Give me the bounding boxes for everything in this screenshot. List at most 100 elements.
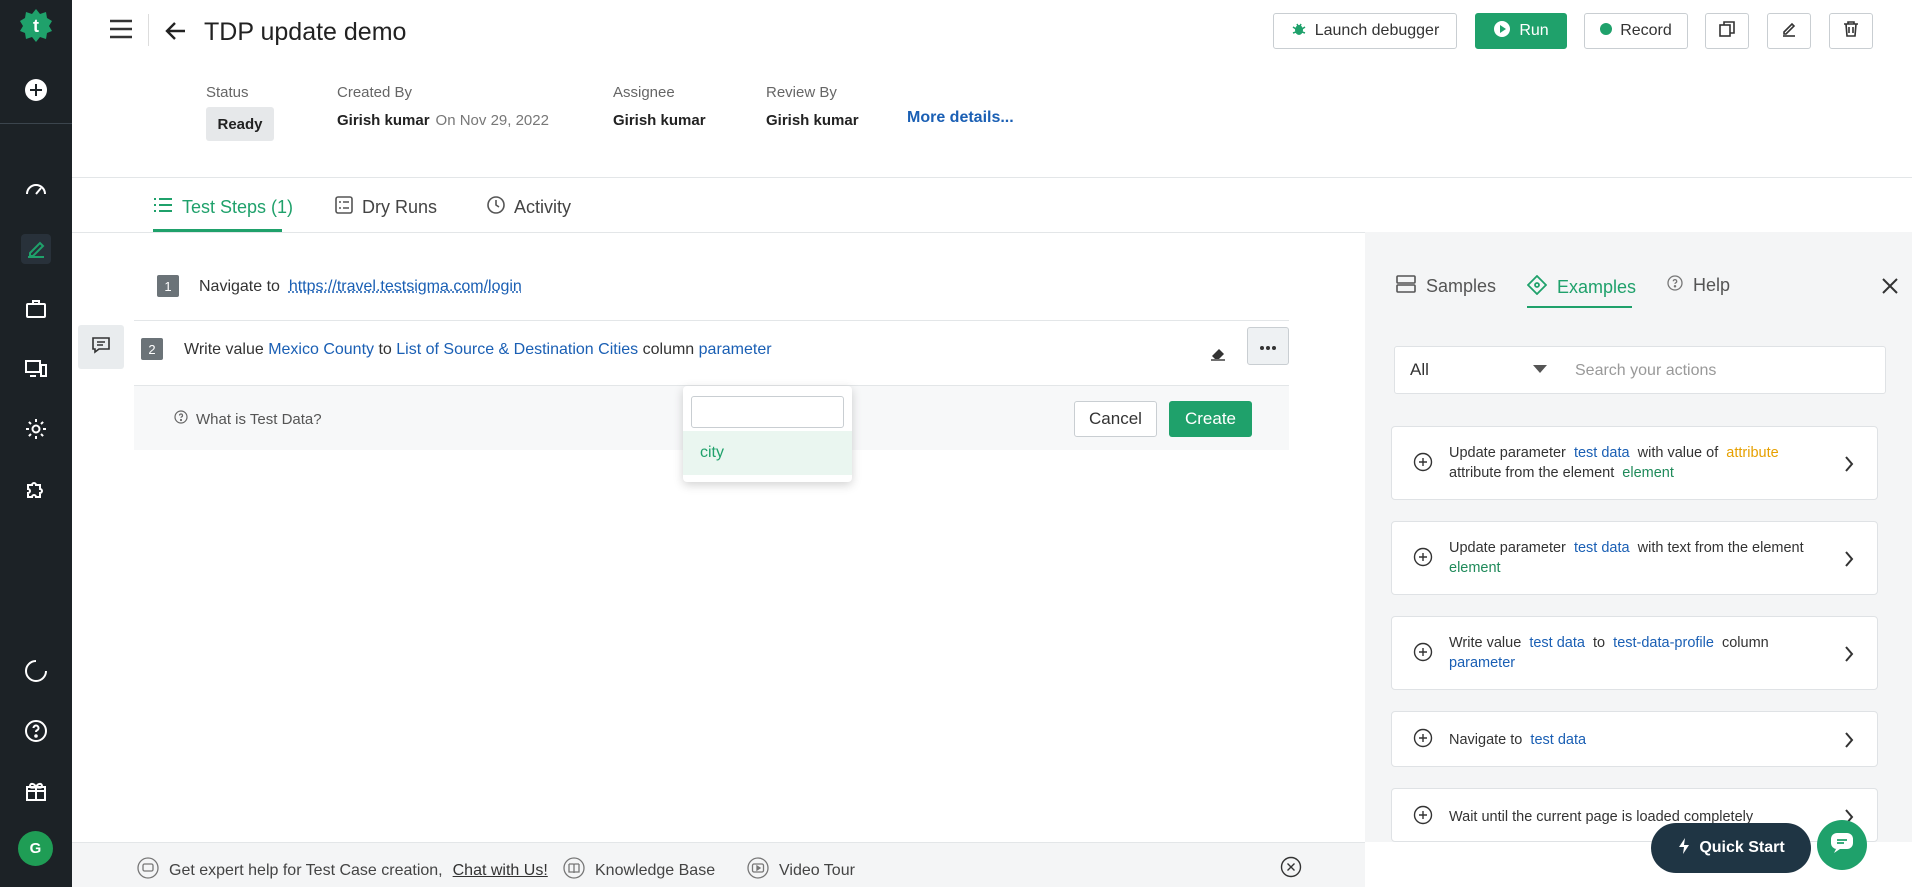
user-avatar[interactable]: G	[18, 831, 53, 866]
comment-button[interactable]	[78, 325, 124, 369]
video-tour-link[interactable]: Video Tour	[747, 857, 855, 884]
cancel-button[interactable]: Cancel	[1074, 401, 1157, 437]
chevron-right-icon	[1843, 730, 1855, 750]
action-card[interactable]: Update parameter test data with text fro…	[1391, 521, 1878, 595]
quick-start-button[interactable]: Quick Start	[1651, 823, 1811, 873]
close-panel-icon[interactable]	[1879, 275, 1901, 297]
step-2-parameter-token[interactable]: parameter	[699, 341, 772, 358]
more-details-link[interactable]: More details...	[907, 109, 1014, 127]
copy-icon	[1718, 20, 1736, 43]
edit-button[interactable]	[1767, 13, 1811, 49]
card-word: to	[1593, 635, 1606, 651]
card-word: Update parameter	[1449, 445, 1566, 461]
step-2-word: column	[642, 341, 695, 358]
close-footer-icon[interactable]	[1280, 856, 1302, 878]
card-token: element	[1622, 465, 1674, 481]
video-play-icon	[747, 857, 769, 884]
step-2-text[interactable]: Write value Mexico County to List of Sou…	[184, 341, 772, 359]
step-2-value-token[interactable]: Mexico County	[268, 341, 374, 358]
samples-icon	[1396, 275, 1416, 298]
addons-puzzle-icon[interactable]	[21, 474, 51, 504]
parameter-search-input[interactable]	[691, 396, 844, 428]
step-1-text[interactable]: Navigate to https://travel.testsigma.com…	[199, 278, 522, 296]
loading-status-icon[interactable]	[21, 656, 51, 686]
play-icon	[1493, 20, 1511, 43]
created-on-date: On Nov 29, 2022	[435, 112, 549, 129]
chat-with-us-link[interactable]: Chat with Us!	[453, 862, 548, 880]
assignee-value: Girish kumar	[613, 112, 706, 129]
create-button[interactable]: Create	[1169, 401, 1252, 437]
status-label: Status	[206, 84, 249, 101]
settings-gear-icon[interactable]	[21, 414, 51, 444]
more-options-button[interactable]	[1247, 327, 1289, 365]
create-new-icon[interactable]	[21, 75, 51, 105]
card-token: test data	[1573, 445, 1630, 461]
sidebar: t G	[0, 0, 72, 887]
tab-help[interactable]: Help	[1667, 275, 1730, 296]
bug-icon	[1291, 21, 1307, 42]
agents-devices-icon[interactable]	[21, 354, 51, 384]
video-tour-label: Video Tour	[779, 861, 855, 879]
action-card[interactable]: Update parameter test data with value of…	[1391, 426, 1878, 500]
test-plans-briefcase-icon[interactable]	[21, 294, 51, 324]
delete-button[interactable]	[1829, 13, 1873, 49]
what-is-test-data-label: What is Test Data?	[196, 410, 322, 428]
step-2-word: to	[378, 341, 392, 358]
tab-samples[interactable]: Samples	[1396, 275, 1496, 298]
eraser-icon[interactable]	[1208, 343, 1228, 363]
tab-activity-label: Activity	[514, 197, 572, 217]
hamburger-menu-icon[interactable]	[108, 18, 134, 40]
whats-new-gift-icon[interactable]	[21, 776, 51, 806]
run-label: Run	[1519, 22, 1549, 39]
dry-runs-icon	[335, 196, 353, 219]
examples-diamond-icon	[1526, 274, 1548, 300]
card-word: column	[1721, 635, 1769, 651]
tab-samples-label: Samples	[1426, 276, 1497, 296]
action-card[interactable]: Navigate to test data	[1391, 711, 1878, 767]
dashboard-icon[interactable]	[21, 174, 51, 204]
tab-examples[interactable]: Examples	[1526, 274, 1636, 300]
chevron-right-icon	[1843, 549, 1855, 569]
action-search-input[interactable]: Search your actions	[1575, 362, 1716, 380]
card-token: test data	[1529, 635, 1585, 651]
test-development-icon[interactable]	[21, 234, 51, 264]
knowledge-base-link[interactable]: Knowledge Base	[563, 857, 715, 884]
record-button[interactable]: Record	[1584, 13, 1688, 49]
parameter-dropdown: city	[683, 386, 852, 482]
step-2-profile-token[interactable]: List of Source & Destination Cities	[396, 341, 638, 358]
card-token: test-data-profile	[1613, 635, 1714, 651]
chevron-right-icon	[1843, 454, 1855, 474]
tab-test-steps[interactable]: Test Steps (1)	[153, 196, 293, 219]
tab-help-label: Help	[1693, 275, 1731, 295]
clone-button[interactable]	[1705, 13, 1749, 49]
help-circle-icon	[1667, 275, 1683, 296]
card-word: attribute from the element	[1449, 465, 1615, 481]
run-button[interactable]: Run	[1475, 13, 1567, 49]
chevron-down-icon[interactable]	[1533, 365, 1547, 373]
launch-debugger-button[interactable]: Launch debugger	[1273, 13, 1457, 49]
action-filter-select[interactable]: All	[1410, 360, 1429, 380]
action-card[interactable]: Write value test data to test-data-profi…	[1391, 616, 1878, 690]
lightning-icon	[1677, 837, 1691, 860]
status-badge[interactable]: Ready	[206, 107, 274, 141]
tab-activity[interactable]: Activity	[487, 196, 571, 219]
testsigma-logo-icon[interactable]: t	[19, 8, 53, 42]
active-right-tab-indicator	[1527, 306, 1632, 308]
clock-icon	[487, 196, 505, 219]
card-token: parameter	[1449, 655, 1516, 671]
step-1-url[interactable]: https://travel.testsigma.com/login	[289, 278, 522, 295]
add-circle-icon	[1413, 805, 1433, 825]
action-card-text: Update parameter test data with value of…	[1449, 443, 1829, 483]
tab-dry-runs[interactable]: Dry Runs	[335, 196, 437, 219]
help-question-icon[interactable]	[21, 716, 51, 746]
dropdown-option[interactable]: city	[683, 431, 852, 475]
what-is-test-data-help[interactable]: What is Test Data?	[174, 410, 322, 428]
sidebar-divider	[0, 123, 72, 124]
action-card-text: Write value test data to test-data-profi…	[1449, 633, 1829, 673]
created-by-value: Girish kumar On Nov 29, 2022	[337, 112, 549, 129]
expert-help-item: Get expert help for Test Case creation, …	[137, 857, 548, 884]
created-by-label: Created By	[337, 84, 413, 101]
chat-launcher-button[interactable]	[1817, 820, 1867, 870]
back-arrow-icon[interactable]	[163, 18, 189, 44]
card-token: attribute	[1726, 445, 1779, 461]
